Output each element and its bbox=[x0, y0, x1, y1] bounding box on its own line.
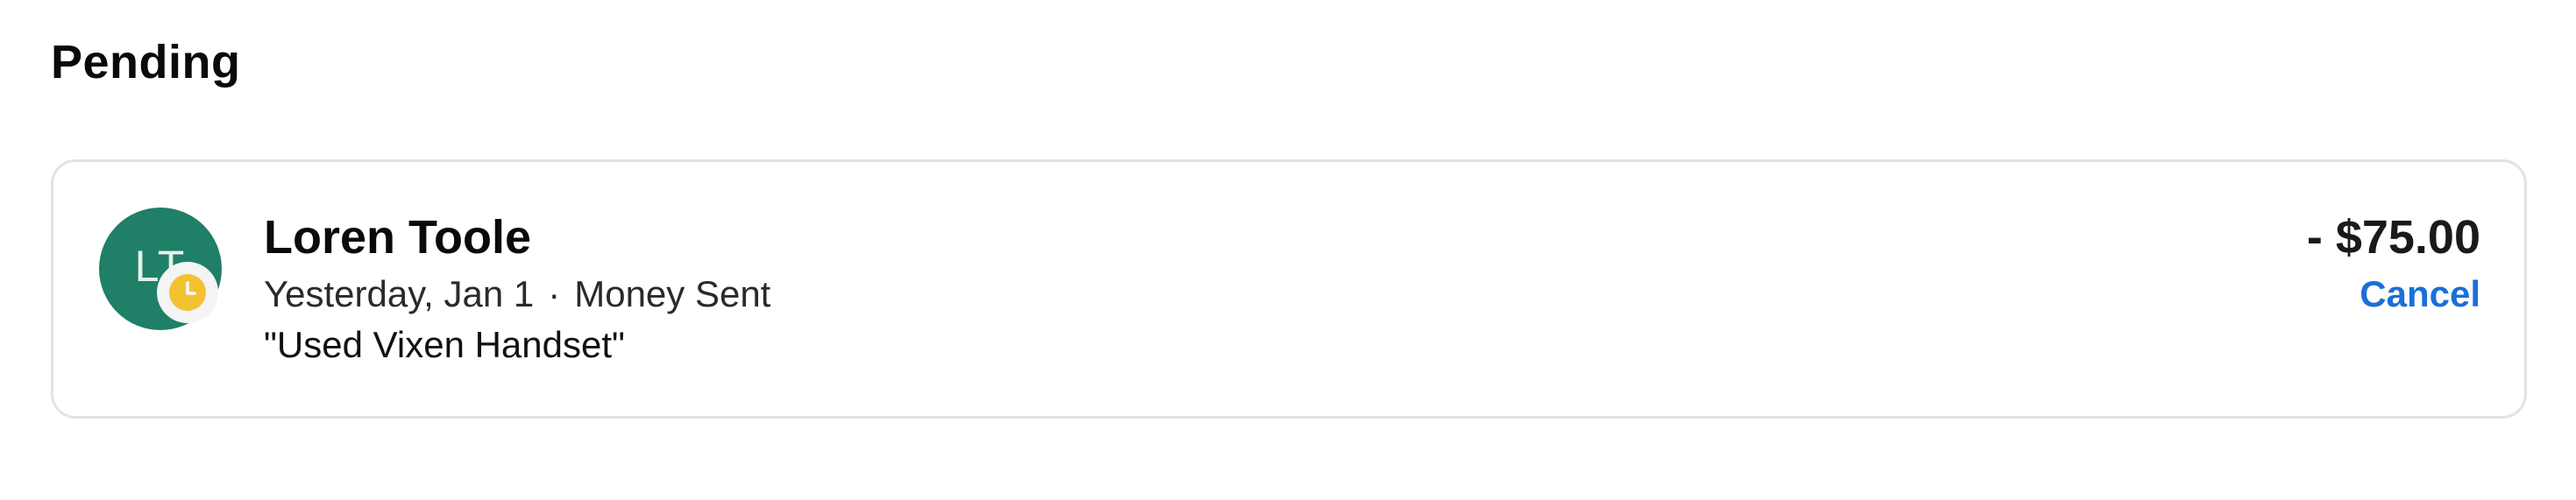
pending-status-badge bbox=[157, 262, 218, 323]
avatar-wrapper: LT bbox=[99, 208, 222, 330]
clock-icon bbox=[169, 274, 206, 311]
counterparty-name: Loren Toole bbox=[264, 211, 531, 264]
meta-separator: · bbox=[548, 273, 561, 314]
transaction-date: Yesterday, Jan 1 bbox=[264, 273, 535, 314]
transaction-amount: - $75.00 bbox=[2306, 211, 2480, 264]
transaction-note: "Used Vixen Handset" bbox=[264, 324, 625, 365]
pending-page: Pending LT Loren Toole Yesterday, Jan 1 … bbox=[0, 0, 2576, 500]
transaction-card[interactable]: LT Loren Toole Yesterday, Jan 1 · Money … bbox=[51, 159, 2527, 419]
section-title: Pending bbox=[51, 36, 241, 88]
transaction-amount-area: - $75.00 Cancel bbox=[2307, 208, 2480, 320]
cancel-button[interactable]: Cancel bbox=[2360, 269, 2480, 320]
transaction-info: Loren Toole Yesterday, Jan 1 · Money Sen… bbox=[264, 208, 770, 370]
transaction-type: Money Sent bbox=[574, 273, 771, 314]
transaction-meta: Yesterday, Jan 1 · Money Sent bbox=[264, 269, 770, 320]
